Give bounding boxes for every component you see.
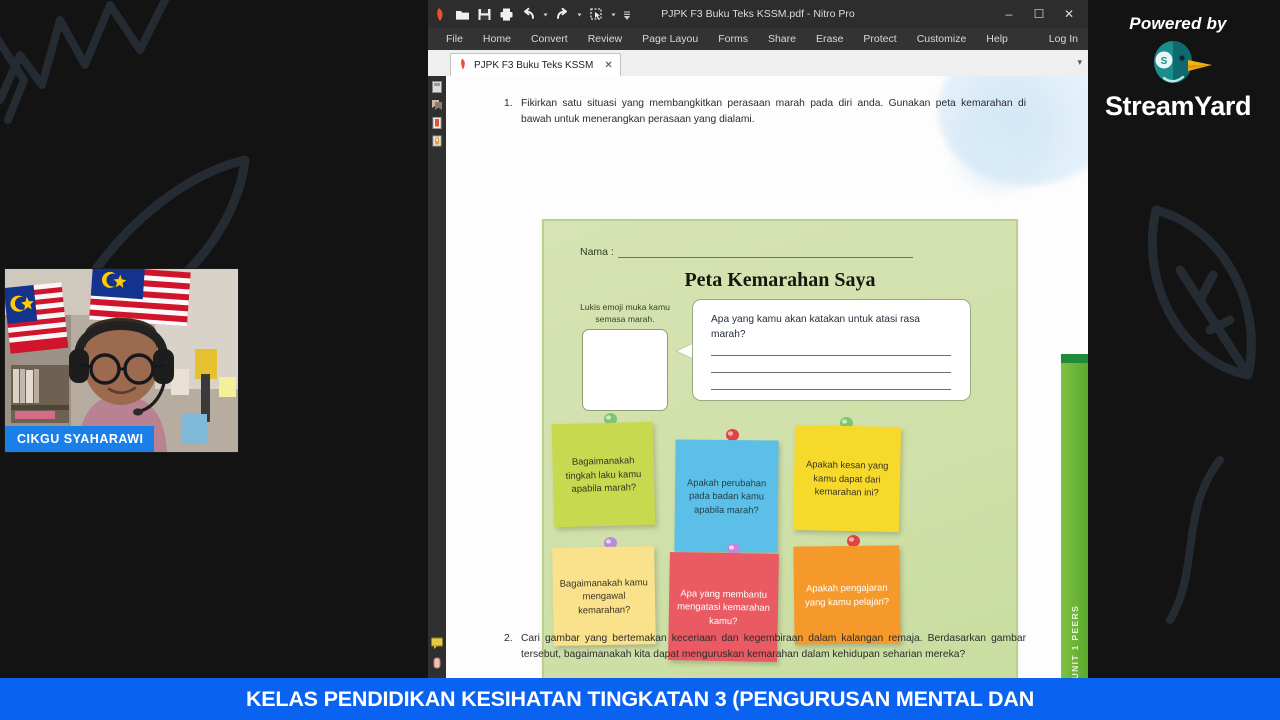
speech-bubble: Apa yang kamu akan katakan untuk atasi r… [692, 299, 971, 401]
question-2-number: 2. [504, 633, 513, 644]
background-doodle-left-top [0, 0, 169, 124]
name-input-line[interactable] [617, 246, 913, 258]
unit-side-tab: UNIT 1 PEERS [1061, 354, 1088, 680]
bottom-banner: KELAS PENDIDIKAN KESIHATAN TINGKATAN 3 (… [0, 678, 1280, 720]
menu-item-page-layout[interactable]: Page Layou [632, 33, 708, 45]
sticky-note-5-text: Apa yang membantu mengatasi kemarahan ka… [677, 586, 770, 627]
brand-part-stream: Stream [1104, 91, 1195, 121]
menu-item-convert[interactable]: Convert [521, 33, 578, 45]
document-tab[interactable]: PJPK F3 Buku Teks KSSM ✕ [450, 53, 621, 77]
webcam-tile[interactable]: CIKGU SYAHARAWI [4, 268, 239, 453]
document-question-1: 1. Fikirkan satu situasi yang membangkit… [504, 96, 1026, 128]
background-doodle-right [1147, 205, 1256, 380]
menu-item-home[interactable]: Home [473, 33, 521, 45]
name-label: Nama : [580, 246, 614, 258]
menu-item-review[interactable]: Review [578, 33, 632, 45]
maximize-button[interactable]: ☐ [1024, 1, 1054, 27]
speech-bubble-question: Apa yang kamu akan katakan untuk atasi r… [711, 314, 920, 341]
document-question-2: 2. Cari gambar yang bertemakan keceriaan… [504, 631, 1026, 663]
question-2-text: Cari gambar yang bertemakan keceriaan da… [521, 633, 1026, 660]
nitro-pro-window: PJPK F3 Buku Teks KSSM.pdf - Nitro Pro –… [428, 0, 1088, 680]
window-controls[interactable]: – ☐ ✕ [994, 1, 1084, 27]
sticky-note-1: Bagaimanakah tingkah laku kamu apabila m… [551, 421, 656, 528]
page-thumbnails-icon[interactable] [430, 80, 444, 94]
document-tab-label: PJPK F3 Buku Teks KSSM [474, 60, 594, 71]
pdf-viewport[interactable]: 1. Fikirkan satu situasi yang membangkit… [446, 76, 1088, 680]
emoji-instruction-label: Lukis emoji muka kamu semasa marah. [580, 302, 670, 324]
sign-icon[interactable] [430, 656, 444, 670]
window-title: PJPK F3 Buku Teks KSSM.pdf - Nitro Pro [661, 8, 855, 20]
side-panel-rail[interactable] [428, 76, 446, 680]
menu-item-help[interactable]: Help [976, 33, 1018, 45]
close-button[interactable]: ✕ [1054, 1, 1084, 27]
question-1-text: Fikirkan satu situasi yang membangkitkan… [521, 98, 1026, 125]
answer-line-1[interactable] [711, 355, 951, 356]
annotations-icon[interactable] [430, 116, 444, 130]
sticky-note-6: Apakah pengajaran yang kamu pelajari? [793, 545, 901, 645]
sticky-note-2-text: Apakah perubahan pada badan kamu apabila… [686, 476, 767, 516]
comments-icon[interactable] [430, 636, 444, 650]
menu-item-forms[interactable]: Forms [708, 33, 758, 45]
unit-side-tab-label: UNIT 1 PEERS [1069, 604, 1080, 679]
sticky-note-4-text: Bagaimanakah kamu mengawal kemarahan? [559, 575, 648, 616]
bookmarks-icon[interactable] [430, 98, 444, 112]
pdf-page: 1. Fikirkan satu situasi yang membangkit… [446, 76, 1088, 680]
participant-name-label: CIKGU SYAHARAWI [5, 426, 154, 452]
sticky-note-1-text: Bagaimanakah tingkah laku kamu apabila m… [565, 454, 642, 495]
streamyard-duck-icon: S [1142, 38, 1214, 90]
title-bar: PJPK F3 Buku Teks KSSM.pdf - Nitro Pro –… [428, 0, 1088, 28]
anger-map-card: Nama : Peta Kemarahan Saya Lukis emoji m… [542, 219, 1018, 680]
menu-item-customize[interactable]: Customize [907, 33, 977, 45]
sticky-note-2: Apakah perubahan pada badan kamu apabila… [674, 439, 779, 553]
sticky-note-3: Apakah kesan yang kamu dapat dari kemara… [792, 424, 902, 533]
background-doodle-right-bottom [1166, 456, 1224, 624]
document-tab-strip: PJPK F3 Buku Teks KSSM ✕ ▾ [428, 50, 1088, 77]
banner-text: KELAS PENDIDIKAN KESIHATAN TINGKATAN 3 (… [245, 686, 1035, 711]
menu-item-share[interactable]: Share [758, 33, 806, 45]
menu-item-protect[interactable]: Protect [853, 33, 906, 45]
card-title: Peta Kemarahan Saya [684, 269, 876, 291]
minimize-button[interactable]: – [994, 1, 1024, 27]
brand-part-yard: Yard [1194, 91, 1252, 121]
menu-item-erase[interactable]: Erase [806, 33, 853, 45]
menu-item-file[interactable]: File [436, 33, 473, 45]
document-tab-close-icon[interactable]: ✕ [598, 60, 612, 71]
pdf-file-icon [458, 57, 469, 75]
streamyard-watermark: Powered by S StreamYard [1090, 14, 1266, 122]
tab-overflow-caret-icon[interactable]: ▾ [1077, 57, 1082, 68]
svg-text:S: S [1161, 56, 1168, 67]
emoji-drawing-box[interactable] [582, 329, 668, 411]
streamyard-brand-label: StreamYard [1090, 91, 1266, 122]
menu-bar[interactable]: File Home Convert Review Page Layou Form… [428, 28, 1088, 50]
powered-by-label: Powered by [1129, 14, 1227, 33]
name-field-row: Nama : [580, 246, 913, 258]
log-in-button[interactable]: Log In [1049, 33, 1078, 45]
question-1-number: 1. [504, 98, 513, 109]
sticky-note-6-text: Apakah pengajaran yang kamu pelajari? [805, 581, 890, 608]
security-lock-icon[interactable] [430, 134, 444, 148]
answer-line-2[interactable] [711, 372, 951, 373]
answer-line-3[interactable] [711, 389, 951, 390]
sticky-note-3-text: Apakah kesan yang kamu dapat dari kemara… [805, 458, 889, 498]
